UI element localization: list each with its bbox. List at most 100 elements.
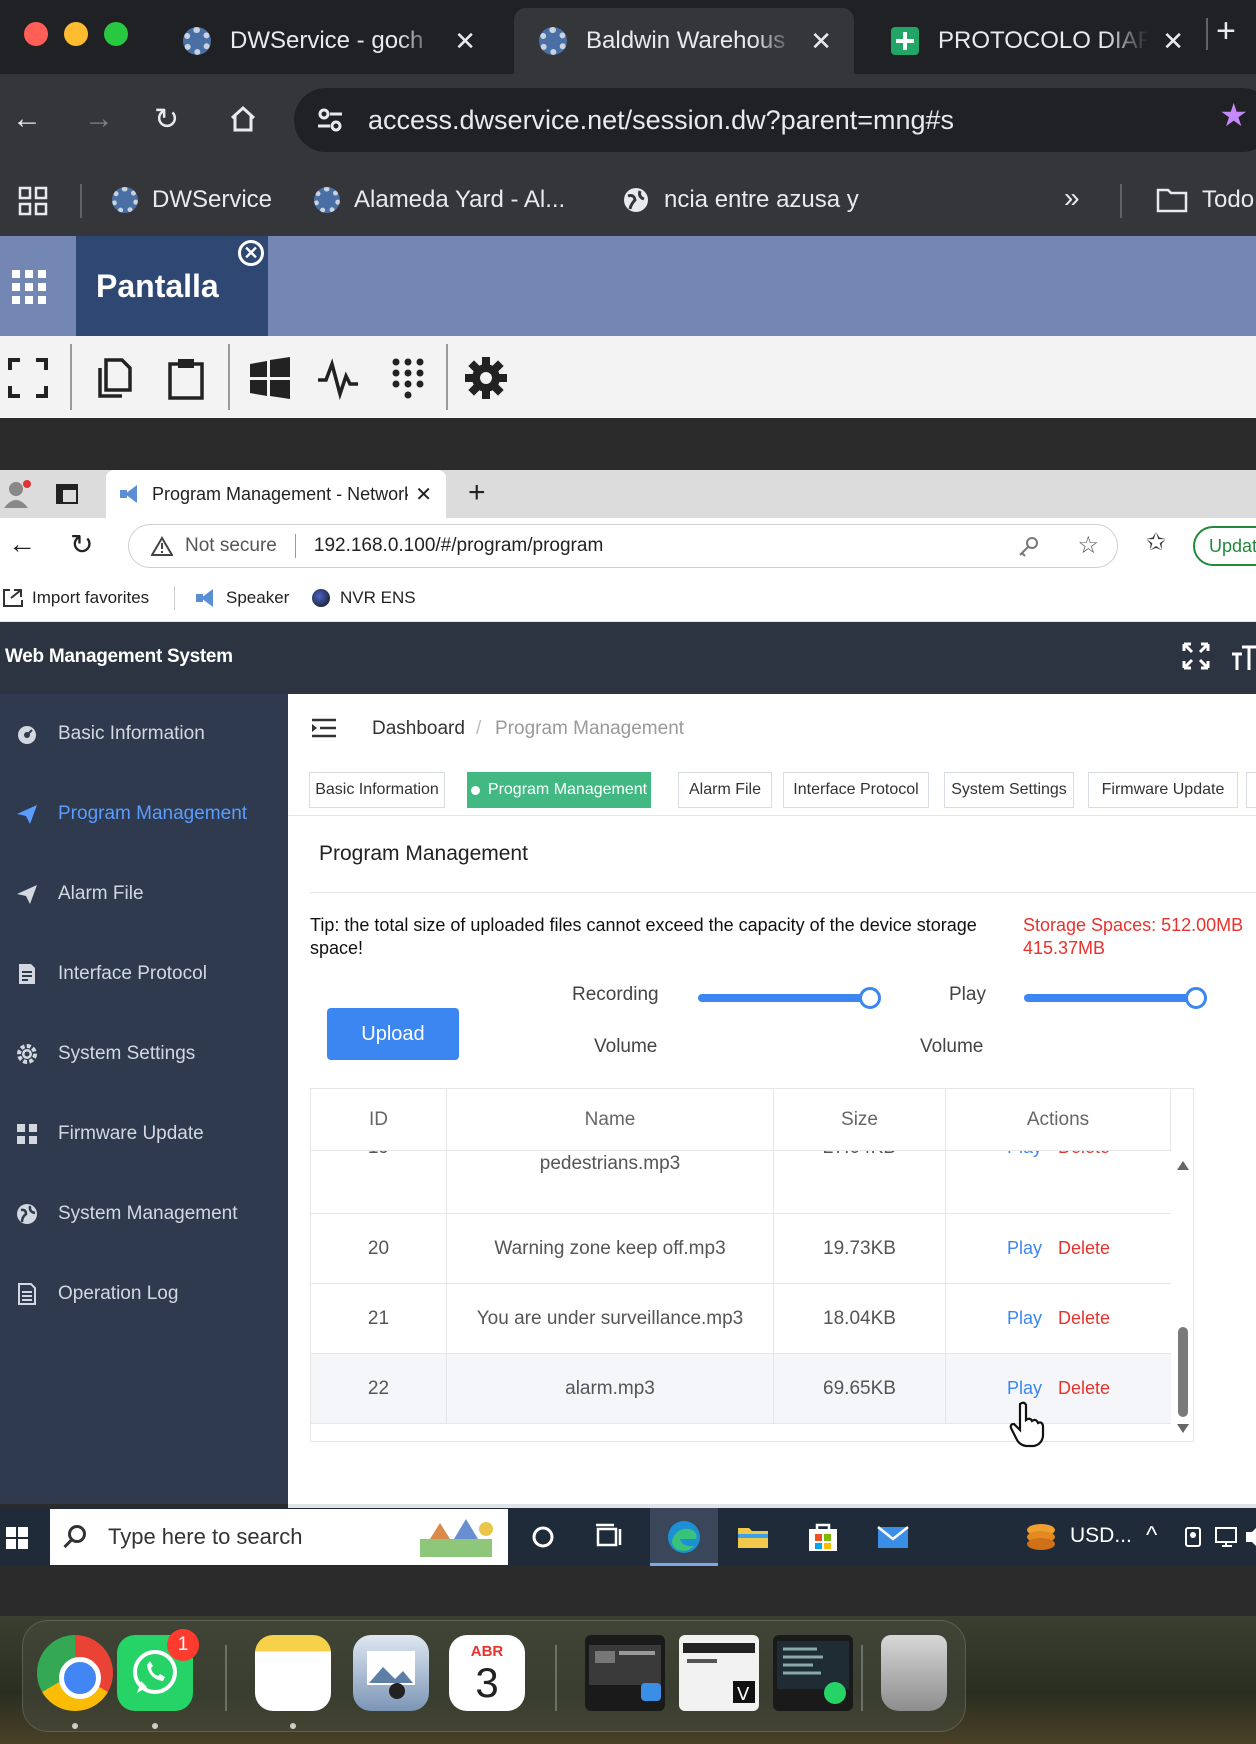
back-arrow-icon[interactable]: ←: [8, 528, 36, 560]
tab-actions-icon[interactable]: [56, 484, 78, 504]
remote-tab-program-management[interactable]: Program Management - Network ✕: [106, 470, 446, 518]
reload-icon[interactable]: ↻: [70, 528, 93, 561]
sidebar-item-interface-protocol[interactable]: Interface Protocol: [0, 934, 288, 1014]
preview-app-icon[interactable]: [353, 1635, 429, 1711]
bookmark-star-icon[interactable]: ★: [1219, 96, 1248, 134]
table-scrollbar[interactable]: [1171, 1151, 1193, 1441]
scrollbar-thumb[interactable]: [1178, 1327, 1188, 1417]
scroll-up-arrow-icon[interactable]: [1177, 1161, 1189, 1170]
task-view-icon[interactable]: [592, 1520, 626, 1554]
font-size-icon[interactable]: [1230, 644, 1256, 672]
play-link[interactable]: Play: [1007, 1302, 1042, 1335]
browser-tab-baldwin[interactable]: Baldwin Warehous ✕: [514, 8, 854, 74]
clipboard-icon[interactable]: [164, 356, 208, 400]
windows-key-icon[interactable]: [248, 356, 292, 400]
delete-link[interactable]: Delete: [1058, 1232, 1110, 1265]
close-tab-icon[interactable]: ✕: [454, 26, 476, 57]
bookmark-dwservice[interactable]: DWService: [112, 186, 272, 214]
new-tab-button[interactable]: +: [468, 476, 486, 510]
sidebar-item-system-settings[interactable]: System Settings: [0, 1014, 288, 1094]
recent-window-thumbnail-1[interactable]: [585, 1635, 665, 1711]
address-bar[interactable]: access.dwservice.net/session.dw?parent=m…: [294, 88, 1256, 152]
tab-program-management[interactable]: Program Management: [467, 772, 651, 808]
scroll-down-arrow-icon[interactable]: [1177, 1424, 1189, 1433]
minimize-window-button[interactable]: [64, 22, 88, 46]
tab-firmware-update[interactable]: Firmware Update: [1088, 772, 1238, 808]
close-tab-icon[interactable]: ✕: [810, 26, 832, 57]
delete-link[interactable]: Delete: [1058, 1302, 1110, 1335]
bookmark-folder-todo[interactable]: Todo: [1156, 186, 1254, 214]
home-icon[interactable]: [228, 104, 258, 134]
apps-menu-icon[interactable]: [12, 270, 46, 304]
sidebar-item-operation-log[interactable]: Operation Log: [0, 1254, 288, 1334]
zoom-window-button[interactable]: [104, 22, 128, 46]
tab-overflow[interactable]: [1246, 772, 1256, 808]
tab-system-settings[interactable]: System Settings: [944, 772, 1074, 808]
favorite-nvr-ens[interactable]: NVR ENS: [312, 588, 416, 608]
dwservice-tab-pantalla[interactable]: Pantalla ✕: [76, 236, 268, 336]
sidebar-item-system-management[interactable]: System Management: [0, 1174, 288, 1254]
currency-ticker[interactable]: USD...: [1070, 1524, 1132, 1548]
whatsapp-app-icon[interactable]: 1: [117, 1629, 199, 1711]
tab-interface-protocol[interactable]: Interface Protocol: [783, 772, 929, 808]
favorite-star-icon[interactable]: ☆: [1077, 531, 1099, 560]
network-icon[interactable]: [1214, 1522, 1242, 1552]
notes-app-icon[interactable]: [255, 1635, 331, 1711]
microsoft-store-icon[interactable]: [806, 1520, 840, 1554]
volume-icon[interactable]: [1246, 1522, 1256, 1552]
favorite-speaker[interactable]: Speaker: [196, 588, 289, 608]
sidebar-item-alarm-file[interactable]: Alarm File: [0, 854, 288, 934]
delete-link[interactable]: Delete: [1058, 1372, 1110, 1405]
sidebar-item-firmware-update[interactable]: Firmware Update: [0, 1094, 288, 1174]
recording-volume-slider[interactable]: [698, 987, 881, 1009]
fullscreen-icon[interactable]: [6, 356, 50, 400]
remote-address-bar[interactable]: Not secure 192.168.0.100/#/program/progr…: [128, 524, 1118, 568]
browser-tab-dwservice[interactable]: DWService - goch ✕: [158, 8, 498, 74]
windows-start-icon[interactable]: [6, 1527, 28, 1549]
edge-taskbar-button[interactable]: [650, 1508, 718, 1566]
recording-volume-handle[interactable]: [859, 987, 881, 1009]
keypad-icon[interactable]: [386, 356, 430, 400]
sidebar-item-program-management[interactable]: Program Management: [0, 774, 288, 854]
play-volume-slider[interactable]: [1024, 987, 1207, 1009]
reload-icon[interactable]: ↻: [154, 102, 179, 137]
show-hidden-icons-chevron-icon[interactable]: ^: [1146, 1522, 1157, 1550]
recent-window-thumbnail-2[interactable]: V: [679, 1635, 759, 1711]
breadcrumb-dashboard[interactable]: Dashboard: [372, 718, 465, 740]
recent-window-thumbnail-3[interactable]: [773, 1635, 853, 1711]
bookmark-alameda[interactable]: Alameda Yard - Al...: [314, 186, 565, 214]
fullscreen-icon[interactable]: [1182, 642, 1210, 670]
copy-icon[interactable]: [92, 356, 136, 400]
currency-widget-icon[interactable]: [1024, 1520, 1058, 1554]
play-link[interactable]: Play: [1007, 1232, 1042, 1265]
activity-pulse-icon[interactable]: [316, 356, 360, 400]
back-arrow-icon[interactable]: ←: [12, 102, 42, 136]
close-tab-icon[interactable]: ✕: [415, 482, 432, 507]
cortana-icon[interactable]: [526, 1520, 560, 1554]
close-session-icon[interactable]: ✕: [238, 240, 264, 266]
settings-gear-icon[interactable]: [464, 356, 508, 400]
favorites-list-icon[interactable]: ✩: [1146, 528, 1166, 557]
close-window-button[interactable]: [24, 22, 48, 46]
play-volume-handle[interactable]: [1185, 987, 1207, 1009]
forward-arrow-icon[interactable]: →: [84, 102, 114, 136]
browser-tab-protocolo[interactable]: PROTOCOLO DIAR ✕: [866, 8, 1206, 74]
more-bookmarks-icon[interactable]: »: [1064, 182, 1080, 214]
tab-basic-information[interactable]: Basic Information: [309, 772, 445, 808]
apps-grid-icon[interactable]: [18, 186, 48, 216]
warning-triangle-icon[interactable]: [151, 536, 173, 556]
mail-icon[interactable]: [876, 1520, 910, 1554]
sidebar-item-basic-information[interactable]: Basic Information: [0, 694, 288, 774]
site-settings-icon[interactable]: [314, 104, 346, 136]
close-tab-icon[interactable]: ✕: [1162, 26, 1184, 57]
new-tab-button[interactable]: +: [1216, 12, 1256, 51]
key-icon[interactable]: [1017, 536, 1039, 558]
tab-alarm-file[interactable]: Alarm File: [678, 772, 772, 808]
meet-now-icon[interactable]: [1180, 1522, 1206, 1552]
file-explorer-icon[interactable]: [736, 1520, 770, 1554]
trash-icon[interactable]: [881, 1635, 947, 1711]
calendar-app-icon[interactable]: ABR 3: [449, 1635, 525, 1711]
profile-avatar-icon[interactable]: [4, 478, 32, 510]
update-button[interactable]: Updat: [1193, 526, 1256, 566]
bookmark-azusa[interactable]: ncia entre azusa y: [622, 186, 859, 214]
